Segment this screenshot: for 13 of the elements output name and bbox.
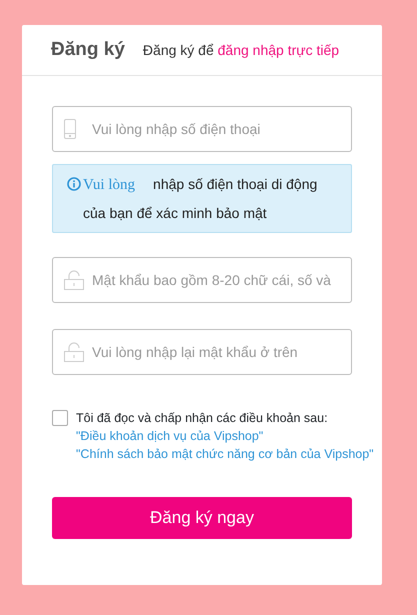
- terms-checkbox[interactable]: [52, 410, 68, 426]
- confirm-password-field[interactable]: Vui lòng nhập lại mật khẩu ở trên: [52, 329, 352, 375]
- phone-field[interactable]: Vui lòng nhập số điện thoại: [52, 106, 352, 152]
- terms-link[interactable]: "Điều khoản dịch vụ của Vipshop": [76, 429, 264, 443]
- terms-text: Tôi đã đọc và chấp nhận các điều khoản sau:: [76, 411, 328, 425]
- terms-link[interactable]: "Chính sách bảo mật chức năng cơ bản của Vipshop": [76, 447, 374, 461]
- login-link[interactable]: đăng nhập trực tiếp: [218, 42, 340, 58]
- password-field[interactable]: Mật khẩu bao gồm 8-20 chữ cái, số và: [52, 257, 352, 303]
- page-title: Đăng ký: [51, 38, 125, 62]
- register-button[interactable]: Đăng ký ngay: [52, 497, 352, 539]
- info-icon: [67, 177, 81, 191]
- info-message: Vui lòng nhập số điện thoại di động của bạn để xác minh bảo mật: [83, 175, 318, 223]
- login-prompt: Đăng ký để: [142, 42, 214, 58]
